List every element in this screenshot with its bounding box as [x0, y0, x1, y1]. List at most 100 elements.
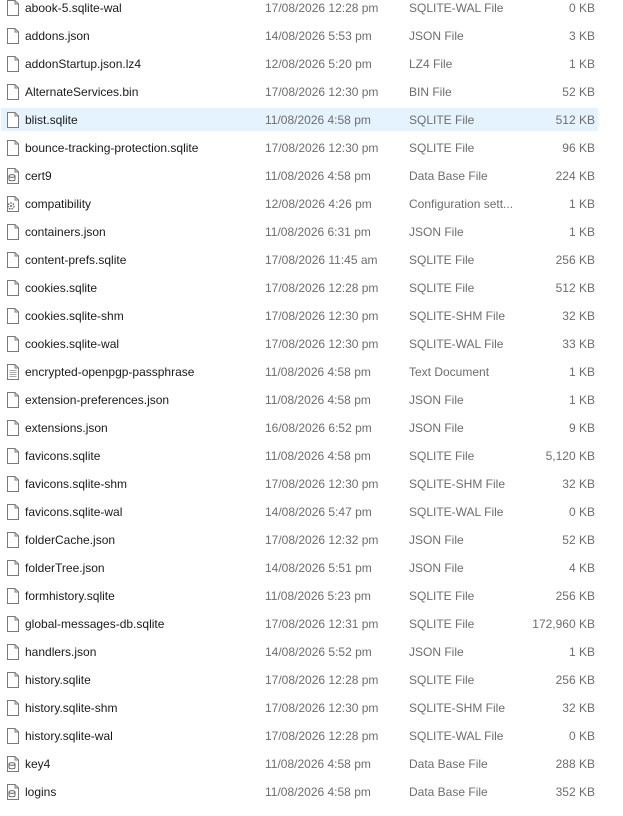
file-size: 0 KB: [568, 505, 595, 519]
file-row[interactable]: addonStartup.json.lz4 12/08/2026 5:20 pm L…: [0, 50, 623, 78]
file-type: Data Base File: [409, 169, 488, 183]
file-icon: [6, 336, 20, 352]
file-size: 256 KB: [555, 589, 595, 603]
file-date-modified: 12/08/2026 4:26 pm: [265, 197, 372, 211]
file-row[interactable]: history.sqlite-shm 17/08/2026 12:30 pm SQL…: [0, 694, 623, 722]
file-name: blist.sqlite: [25, 113, 78, 127]
file-row[interactable]: cookies.sqlite 17/08/2026 12:28 pm SQLITE …: [0, 274, 623, 302]
settings-file-icon: [6, 196, 20, 212]
file-row[interactable]: handlers.json 14/08/2026 5:52 pm JSON File…: [0, 638, 623, 666]
file-date-modified: 17/08/2026 12:30 pm: [265, 309, 379, 323]
file-row[interactable]: abook-5.sqlite-wal 17/08/2026 12:28 pm SQL…: [0, 0, 623, 22]
file-name: cookies.sqlite-wal: [25, 337, 120, 351]
file-type: JSON File: [409, 533, 464, 547]
file-row[interactable]: encrypted-openpgp-passphrase 11/08/2026 4…: [0, 358, 623, 386]
file-date-modified: 17/08/2026 12:28 pm: [265, 729, 379, 743]
database-file-icon: [6, 756, 20, 772]
file-type: SQLITE-SHM File: [409, 309, 506, 323]
file-row[interactable]: folderTree.json 14/08/2026 5:51 pm JSON Fi…: [0, 554, 623, 582]
file-icon: [6, 728, 20, 744]
file-size: 33 KB: [562, 337, 595, 351]
file-row[interactable]: cookies.sqlite-wal 17/08/2026 12:30 pm SQL…: [0, 330, 623, 358]
file-name: favicons.sqlite-shm: [25, 477, 128, 491]
file-icon: [6, 476, 20, 492]
file-name: folderCache.json: [25, 533, 116, 547]
file-type: Configuration sett...: [409, 197, 514, 211]
file-row[interactable]: history.sqlite 17/08/2026 12:28 pm SQLITE …: [0, 666, 623, 694]
file-size: 288 KB: [555, 757, 595, 771]
file-icon: [6, 28, 20, 44]
file-name: extensions.json: [25, 421, 108, 435]
file-size: 32 KB: [562, 477, 595, 491]
file-icon: [6, 588, 20, 604]
file-row[interactable]: bounce-tracking-protection.sqlite 17/08/2…: [0, 134, 623, 162]
file-size: 5,120 KB: [545, 449, 595, 463]
file-icon: [6, 84, 20, 100]
file-row[interactable]: formhistory.sqlite 11/08/2026 5:23 pm SQLI…: [0, 582, 623, 610]
file-icon: [6, 420, 20, 436]
file-icon: [6, 560, 20, 576]
file-type: JSON File: [409, 561, 464, 575]
file-row[interactable]: logins 11/08/2026 4:58 pm Data Base File 35…: [0, 778, 623, 806]
file-type: SQLITE File: [409, 281, 475, 295]
file-row[interactable]: blist.sqlite 11/08/2026 4:58 pm SQLITE Fil…: [0, 106, 623, 134]
file-type: JSON File: [409, 225, 464, 239]
file-size: 32 KB: [562, 701, 595, 715]
file-icon: [6, 616, 20, 632]
file-icon: [6, 672, 20, 688]
file-name: AlternateServices.bin: [25, 85, 139, 99]
file-date-modified: 11/08/2026 4:58 pm: [265, 449, 371, 463]
file-size: 1 KB: [568, 645, 595, 659]
file-row[interactable]: cert9 11/08/2026 4:58 pm Data Base File 224…: [0, 162, 623, 190]
file-name: cert9: [25, 169, 52, 183]
file-name: history.sqlite-wal: [25, 729, 113, 743]
file-date-modified: 14/08/2026 5:47 pm: [265, 505, 372, 519]
file-date-modified: 17/08/2026 12:28 pm: [265, 281, 379, 295]
file-row[interactable]: favicons.sqlite-wal 14/08/2026 5:47 pm SQL…: [0, 498, 623, 526]
file-date-modified: 14/08/2026 5:52 pm: [265, 645, 372, 659]
file-size: 512 KB: [555, 113, 595, 127]
file-row[interactable]: containers.json 11/08/2026 6:31 pm JSON Fi…: [0, 218, 623, 246]
file-row[interactable]: AlternateServices.bin 17/08/2026 12:30 pm…: [0, 78, 623, 106]
file-row[interactable]: extensions.json 16/08/2026 6:52 pm JSON Fi…: [0, 414, 623, 442]
file-row[interactable]: extension-preferences.json 11/08/2026 4:5…: [0, 386, 623, 414]
file-date-modified: 17/08/2026 12:30 pm: [265, 85, 379, 99]
file-size: 4 KB: [568, 561, 595, 575]
file-name: global-messages-db.sqlite: [25, 617, 165, 631]
file-icon: [6, 280, 20, 296]
file-date-modified: 17/08/2026 12:30 pm: [265, 477, 379, 491]
file-type: SQLITE File: [409, 449, 475, 463]
file-row[interactable]: compatibility 12/08/2026 4:26 pm Configura…: [0, 190, 623, 218]
file-row[interactable]: history.sqlite-wal 17/08/2026 12:28 pm SQL…: [0, 722, 623, 750]
file-date-modified: 11/08/2026 4:58 pm: [265, 785, 371, 799]
file-date-modified: 14/08/2026 5:53 pm: [265, 29, 372, 43]
file-row[interactable]: global-messages-db.sqlite 17/08/2026 12:3…: [0, 610, 623, 638]
file-date-modified: 11/08/2026 6:31 pm: [265, 225, 371, 239]
file-date-modified: 17/08/2026 12:30 pm: [265, 337, 379, 351]
file-type: JSON File: [409, 645, 464, 659]
file-date-modified: 11/08/2026 4:58 pm: [265, 393, 371, 407]
file-type: SQLITE File: [409, 617, 475, 631]
file-type: SQLITE-WAL File: [409, 1, 504, 15]
file-size: 1 KB: [568, 57, 595, 71]
file-size: 0 KB: [568, 729, 595, 743]
file-icon: [6, 532, 20, 548]
file-name: compatibility: [25, 197, 92, 211]
file-row[interactable]: addons.json 14/08/2026 5:53 pm JSON File 3 …: [0, 22, 623, 50]
file-row[interactable]: favicons.sqlite-shm 17/08/2026 12:30 pm SQ…: [0, 470, 623, 498]
file-type: SQLITE-WAL File: [409, 337, 504, 351]
file-name: addonStartup.json.lz4: [25, 57, 142, 71]
file-row[interactable]: key4 11/08/2026 4:58 pm Data Base File 288 …: [0, 750, 623, 778]
file-row[interactable]: favicons.sqlite 11/08/2026 4:58 pm SQLITE …: [0, 442, 623, 470]
file-row[interactable]: content-prefs.sqlite 17/08/2026 11:45 am S…: [0, 246, 623, 274]
file-size: 352 KB: [555, 785, 595, 799]
file-date-modified: 14/08/2026 5:51 pm: [265, 561, 372, 575]
file-icon: [6, 700, 20, 716]
file-row[interactable]: folderCache.json 17/08/2026 12:32 pm JSON …: [0, 526, 623, 554]
file-row[interactable]: cookies.sqlite-shm 17/08/2026 12:30 pm SQL…: [0, 302, 623, 330]
file-size: 1 KB: [568, 393, 595, 407]
file-type: SQLITE-WAL File: [409, 505, 504, 519]
file-date-modified: 11/08/2026 4:58 pm: [265, 169, 371, 183]
file-name: key4: [25, 757, 51, 771]
file-type: JSON File: [409, 393, 464, 407]
